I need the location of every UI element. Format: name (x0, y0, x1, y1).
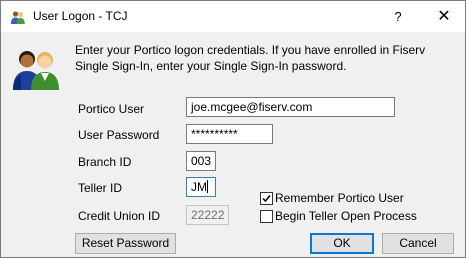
instructions-text: Enter your Portico logon credentials. If… (75, 43, 426, 73)
checkbox-box[interactable] (260, 192, 273, 205)
logon-dialog: User Logon - TCJ ? ✕ Enter your Portico … (0, 0, 466, 258)
reset-password-button[interactable]: Reset Password (75, 233, 176, 254)
teller-id-label: Teller ID (78, 181, 123, 195)
teller-id-input[interactable]: JM (186, 177, 216, 197)
remember-user-label: Remember Portico User (275, 191, 404, 205)
title-bar[interactable]: User Logon - TCJ ? ✕ (1, 1, 465, 32)
checkmark-icon (262, 195, 271, 203)
user-password-input[interactable]: ********** (186, 124, 273, 144)
portico-user-input[interactable]: joe.mcgee@fiserv.com (186, 97, 395, 117)
cancel-button[interactable]: Cancel (382, 233, 454, 254)
begin-teller-open-checkbox[interactable]: Begin Teller Open Process (260, 209, 435, 223)
credit-union-id-label: Credit Union ID (78, 209, 161, 223)
credit-union-id-input[interactable]: 22222 (186, 205, 229, 225)
user-password-label: User Password (78, 128, 160, 142)
branch-id-input[interactable]: 003 (186, 151, 216, 171)
teller-id-value: JM (191, 180, 207, 194)
window-title: User Logon - TCJ (33, 9, 128, 23)
branch-id-label: Branch ID (78, 155, 132, 169)
text-caret (207, 180, 208, 193)
help-button[interactable]: ? (381, 1, 415, 32)
ok-button[interactable]: OK (310, 233, 374, 254)
remember-user-checkbox[interactable]: Remember Portico User (260, 191, 420, 205)
begin-teller-open-label: Begin Teller Open Process (275, 209, 417, 223)
users-icon (13, 51, 59, 90)
portico-user-label: Portico User (78, 102, 145, 116)
close-button[interactable]: ✕ (423, 1, 465, 32)
checkbox-box[interactable] (260, 210, 273, 223)
users-icon (11, 11, 25, 24)
